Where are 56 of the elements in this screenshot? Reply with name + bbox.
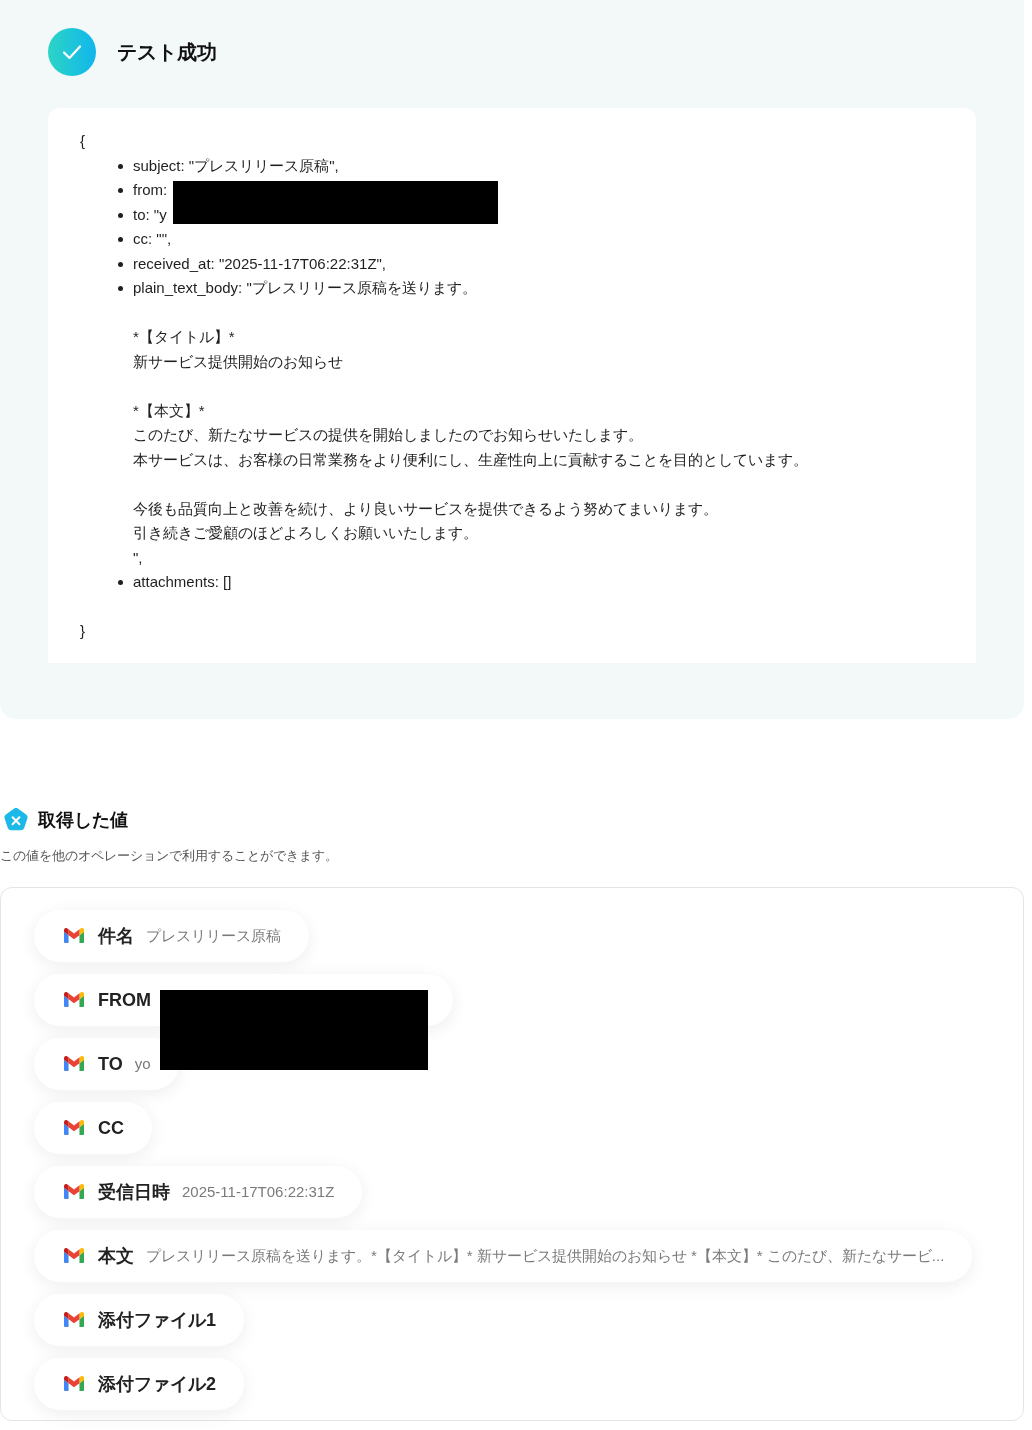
mail-m-icon [64, 1248, 84, 1263]
bullet-icon [118, 286, 123, 291]
code-brace: { [80, 131, 85, 151]
code-line: received_at: "2025-11-17T06:22:31Z", [133, 253, 387, 274]
value-chip[interactable]: 件名 プレスリリース原稿 [34, 909, 309, 962]
code-brace: } [80, 621, 85, 641]
code-line: *【本文】* [133, 400, 205, 421]
success-check-icon [48, 28, 96, 76]
mail-m-icon [64, 992, 84, 1007]
bullet-icon [118, 212, 123, 218]
chip-label: 件名 [98, 924, 134, 948]
mail-m-icon [64, 1184, 84, 1199]
code-line: このたび、新たなサービスの提供を開始しましたのでお知らせいたします。 [133, 425, 643, 445]
section-description: この値を他のオペレーションで利用することができます。 [0, 846, 338, 865]
chip-value: yo [134, 1053, 151, 1074]
bullet-icon [118, 163, 123, 169]
mail-m-icon [64, 1056, 84, 1071]
value-chip[interactable]: 本文 プレスリリース原稿を送ります。*【タイトル】* 新サービス提供開始のお知らせ *【本文】* このたび、新たなサービ... [34, 1229, 973, 1282]
chip-label: 添付ファイル2 [98, 1372, 216, 1396]
bullet-icon [118, 261, 123, 267]
chip-value: プレスリリース原稿を送ります。*【タイトル】* 新サービス提供開始のお知らせ *【本文】* このたび、新たなサービ... [146, 1245, 945, 1266]
value-chip[interactable]: CC [34, 1101, 152, 1154]
value-chip[interactable]: 添付ファイル2 [34, 1357, 244, 1410]
value-chip[interactable]: 受信日時 2025-11-17T06:22:31Z [34, 1165, 363, 1218]
chip-label: 受信日時 [98, 1180, 170, 1204]
chip-value: プレスリリース原稿 [146, 925, 281, 946]
code-line: from: [133, 180, 168, 200]
chip-label: FROM [98, 988, 151, 1012]
mail-m-icon [64, 1376, 84, 1391]
chip-label: TO [98, 1052, 123, 1076]
pentagon-x-icon [3, 806, 29, 833]
mail-m-icon [64, 928, 84, 943]
code-line: attachments: [] [133, 572, 232, 592]
code-line: 本サービスは、お客様の日常業務をより便利にし、生産性向上に貢献することを目的としています。 [133, 449, 808, 470]
result-title: テスト成功 [117, 40, 217, 65]
code-line: cc: "", [133, 229, 172, 249]
bullet-icon [118, 188, 123, 193]
value-chip[interactable]: TO yo [34, 1037, 179, 1090]
code-line: subject: "プレスリリース原稿", [133, 155, 339, 176]
code-line: *【タイトル】* [133, 327, 235, 347]
section-title: 取得した値 [38, 808, 128, 832]
code-line: to: "y [133, 204, 167, 225]
mail-m-icon [64, 1312, 84, 1327]
chip-label: CC [98, 1116, 124, 1140]
code-line: plain_text_body: "プレスリリース原稿を送ります。 [133, 278, 477, 298]
code-line: 新サービス提供開始のお知らせ [133, 351, 343, 372]
mail-m-icon [64, 1120, 84, 1135]
chip-label: 本文 [98, 1244, 134, 1268]
bullet-icon [118, 580, 123, 585]
value-chip[interactable]: 添付ファイル1 [34, 1293, 244, 1346]
code-line: ", [133, 547, 143, 568]
bullet-icon [118, 237, 123, 242]
code-line: 引き続きご愛顧のほどよろしくお願いいたします。 [133, 523, 478, 543]
chip-value: 2025-11-17T06:22:31Z [182, 1181, 335, 1202]
code-line: 今後も品質向上と改善を続け、より良いサービスを提供できるよう努めてまいります。 [133, 498, 718, 519]
chip-label: 添付ファイル1 [98, 1308, 216, 1332]
